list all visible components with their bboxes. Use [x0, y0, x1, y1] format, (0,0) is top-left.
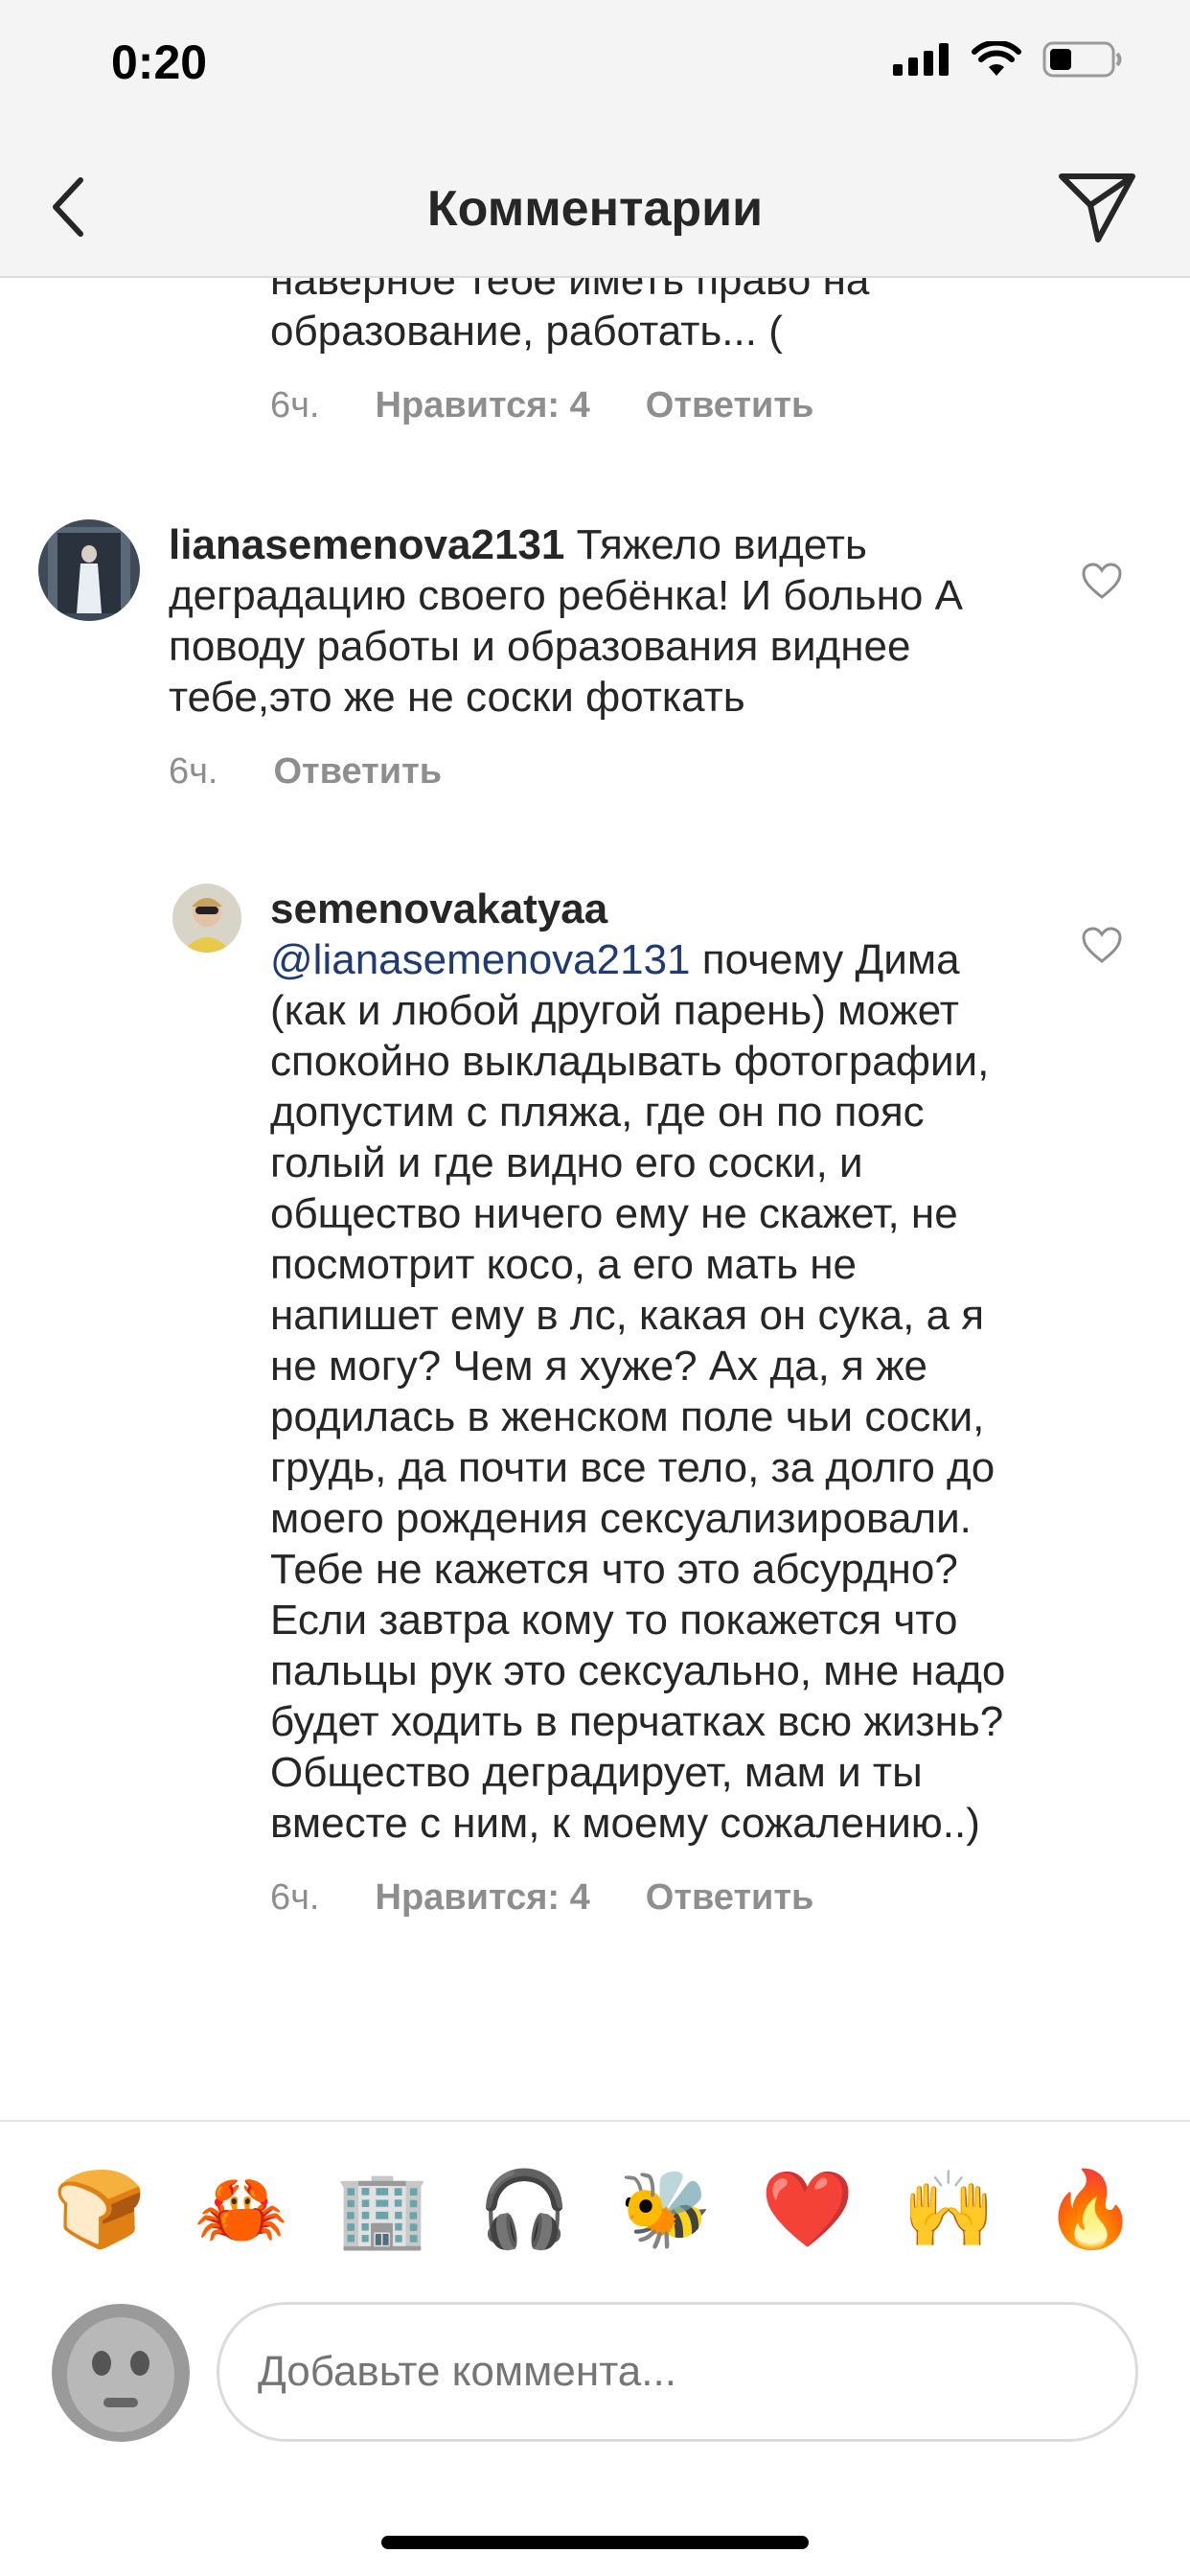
home-indicator[interactable] [381, 2536, 809, 2549]
avatar[interactable] [172, 884, 241, 953]
emoji-headphones[interactable]: 🎧 [478, 2173, 571, 2247]
comment-reply-button[interactable]: Ответить [646, 1877, 814, 1919]
avatar[interactable] [38, 519, 140, 621]
comment-item: lianasemenova2131 Тяжело видеть деградац… [169, 519, 1012, 793]
battery-icon [1042, 41, 1122, 78]
comment-text: наверное тебе иметь право на образование… [270, 278, 870, 355]
emoji-bee[interactable]: 🐝 [619, 2173, 712, 2247]
comment-time: 6ч. [169, 751, 218, 792]
comment-input[interactable] [217, 2302, 1138, 2442]
comment-reply-button[interactable]: Ответить [274, 751, 443, 793]
comment-composer [0, 2298, 1190, 2490]
like-heart-icon[interactable] [1081, 562, 1123, 600]
comment-time: 6ч. [270, 385, 320, 426]
comment-item: semenovakatyaa @lianasemenova2131 почему… [270, 884, 1027, 1919]
cellular-signal-icon [893, 43, 949, 76]
status-bar: 0:20 [0, 0, 1190, 134]
wifi-icon [972, 41, 1021, 76]
emoji-red-heart[interactable]: ❤️ [761, 2173, 854, 2247]
comment-item: наверное тебе иметь право на образование… [270, 278, 1037, 426]
comments-list: наверное тебе иметь право на образование… [0, 278, 1190, 2120]
emoji-crab[interactable]: 🦀 [195, 2173, 287, 2247]
emoji-raised-hands[interactable]: 🙌 [903, 2173, 995, 2247]
page-title: Комментарии [426, 181, 764, 237]
avatar[interactable] [52, 2304, 190, 2442]
comment-likes-count[interactable]: Нравится: 4 [376, 1877, 590, 1919]
comment-text: почему Дима (как и любой другой парень) … [270, 936, 1006, 1847]
comment-likes-count[interactable]: Нравится: 4 [376, 385, 590, 426]
status-time: 0:20 [111, 35, 208, 89]
emoji-office-building[interactable]: 🏢 [336, 2173, 429, 2247]
comment-reply-button[interactable]: Ответить [646, 385, 814, 426]
emoji-fire[interactable]: 🔥 [1044, 2173, 1137, 2247]
emoji-quick-bar: 🍞 🦀 🏢 🎧 🐝 ❤️ 🙌 🔥 [0, 2120, 1190, 2298]
emoji-bread[interactable]: 🍞 [53, 2173, 146, 2247]
direct-send-icon[interactable] [1056, 169, 1138, 245]
comment-time: 6ч. [270, 1877, 320, 1918]
comment-username[interactable]: lianasemenova2131 [169, 521, 564, 568]
navigation-bar: Комментарии [0, 134, 1190, 278]
like-heart-icon[interactable] [1081, 926, 1123, 964]
comment-username[interactable]: semenovakatyaa [270, 884, 1027, 934]
comment-mention-link[interactable]: @lianasemenova2131 [270, 936, 691, 983]
